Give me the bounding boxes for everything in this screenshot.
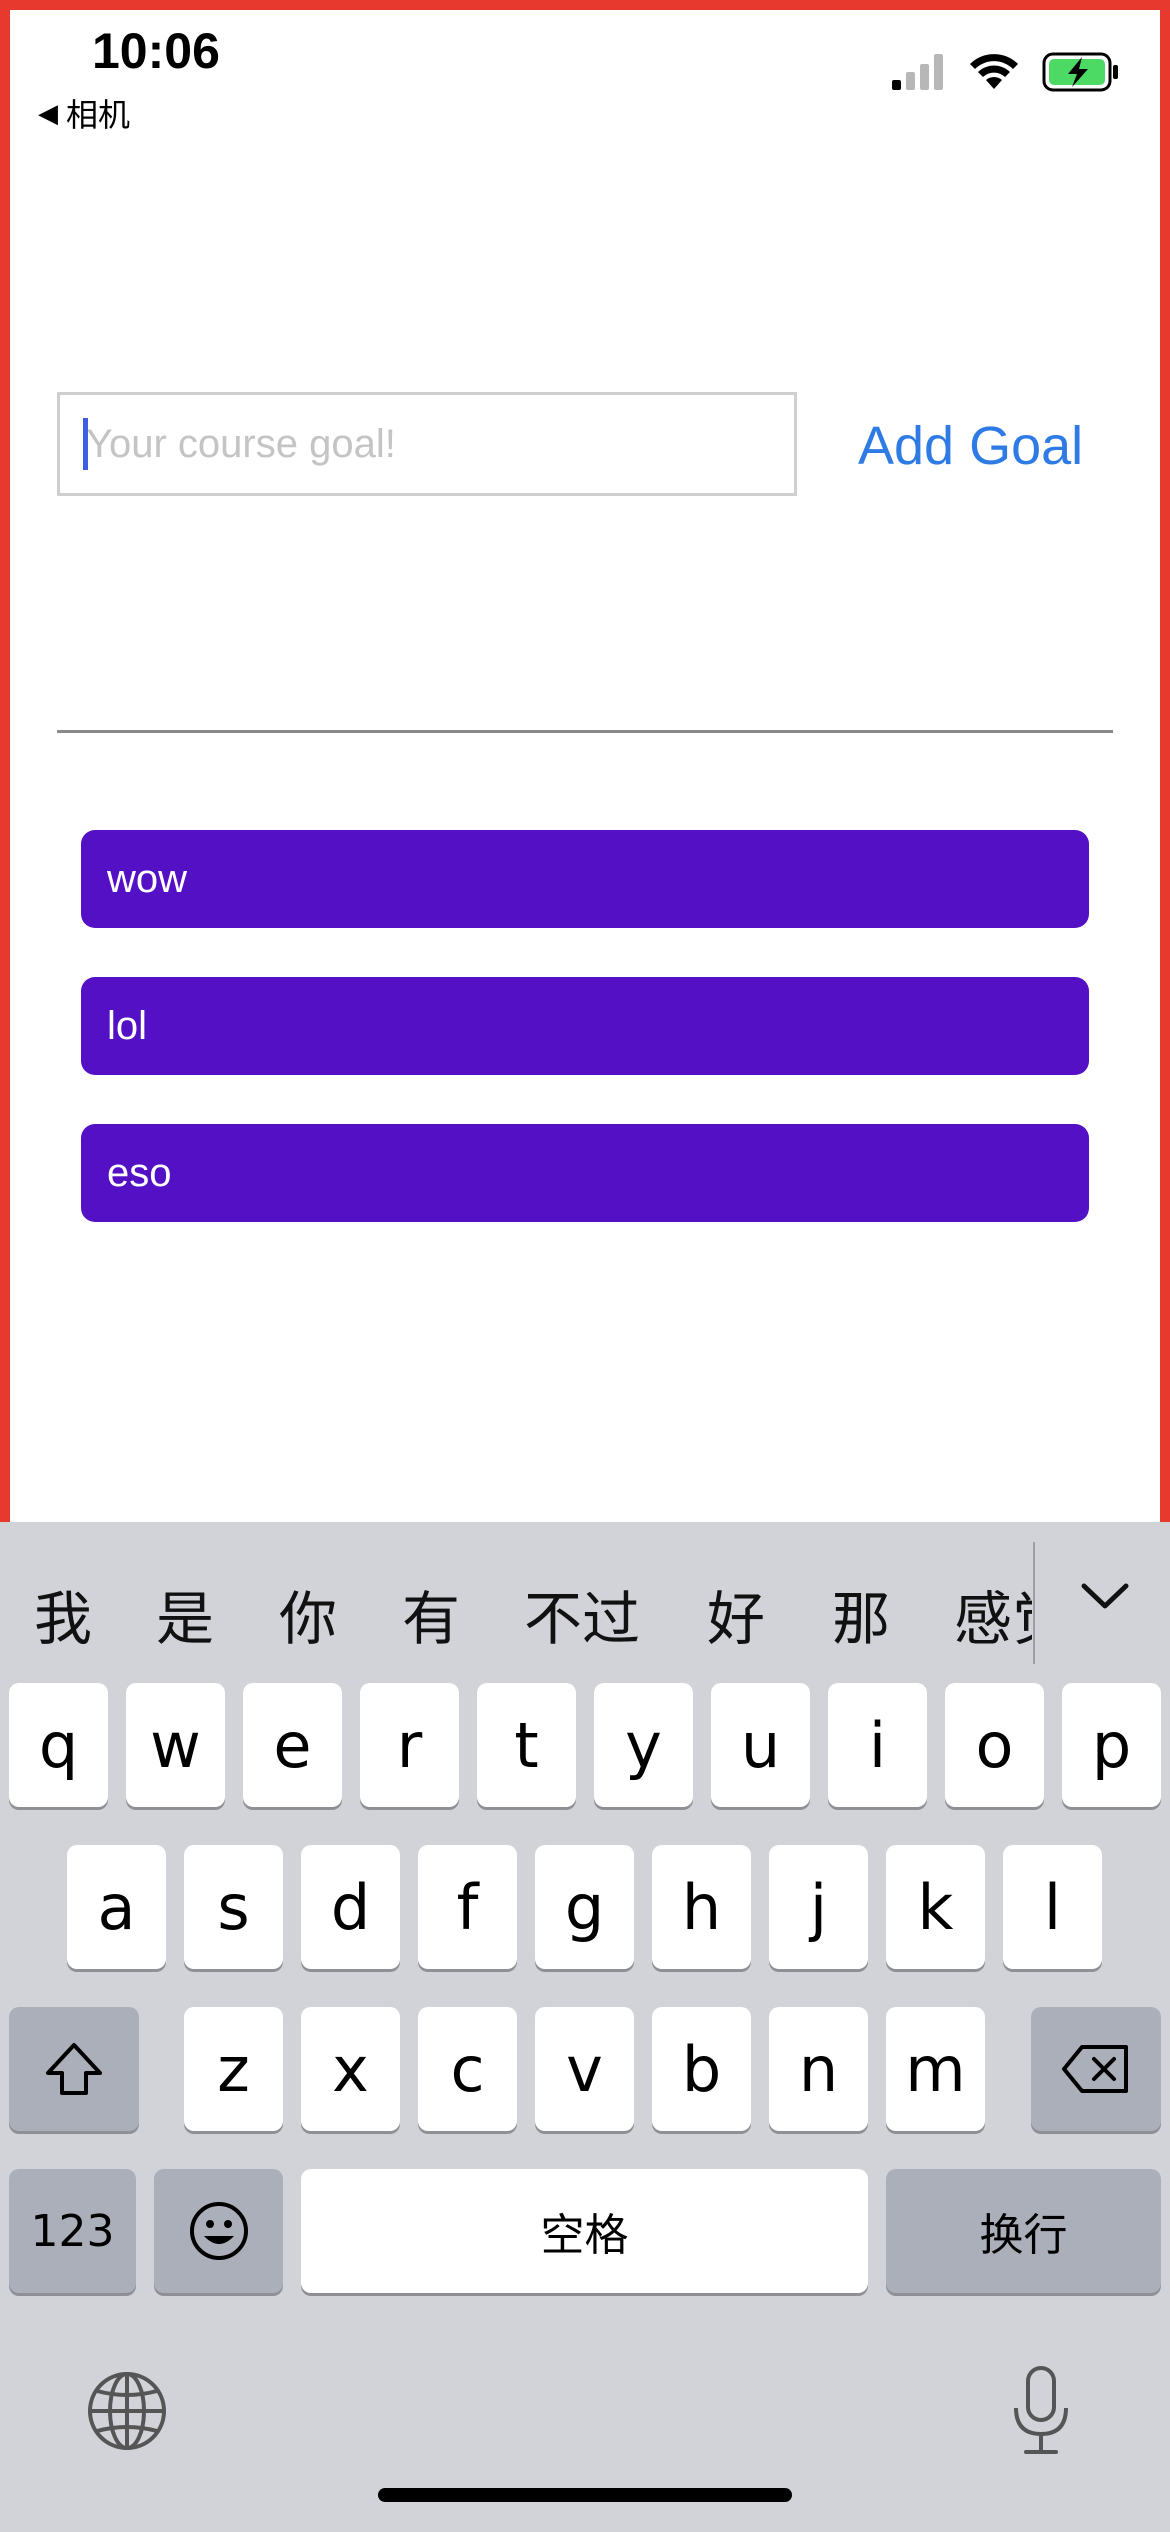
system-keyboard: 我 是 你 有 不过 好 那 感觉 q w e r t y u i o p a … <box>0 1522 1170 2532</box>
candidate-word[interactable]: 是 <box>156 1572 214 1656</box>
key-c[interactable]: c <box>418 2007 517 2131</box>
shift-key[interactable] <box>9 2007 139 2131</box>
app-screen: 10:06 ◀ 相机 Add Goal wow lol eso <box>0 0 1170 2532</box>
status-icons <box>892 52 1120 92</box>
key-x[interactable]: x <box>301 2007 400 2131</box>
course-goal-input[interactable] <box>57 392 797 496</box>
goal-item[interactable]: lol <box>81 977 1089 1075</box>
key-d[interactable]: d <box>301 1845 400 1969</box>
add-goal-button[interactable]: Add Goal <box>858 408 1083 484</box>
return-key[interactable]: 换行 <box>886 2169 1161 2293</box>
goal-item[interactable]: wow <box>81 830 1089 928</box>
key-y[interactable]: y <box>594 1683 693 1807</box>
candidate-bar: 我 是 你 有 不过 好 那 感觉 <box>0 1522 1170 1682</box>
key-p[interactable]: p <box>1062 1683 1161 1807</box>
candidate-word[interactable]: 不过 <box>524 1572 640 1656</box>
goal-list: wow lol eso <box>81 830 1089 1271</box>
back-to-app-link[interactable]: ◀ 相机 <box>38 90 130 136</box>
screen-border <box>0 0 1170 1522</box>
candidate-word[interactable]: 好 <box>707 1572 765 1656</box>
key-t[interactable]: t <box>477 1683 576 1807</box>
emoji-key[interactable] <box>154 2169 283 2293</box>
key-w[interactable]: w <box>126 1683 225 1807</box>
shift-icon <box>46 2043 102 2095</box>
key-o[interactable]: o <box>945 1683 1044 1807</box>
candidate-word[interactable]: 感觉 <box>954 1572 1032 1656</box>
text-cursor <box>83 418 88 470</box>
key-v[interactable]: v <box>535 2007 634 2131</box>
candidate-word[interactable]: 有 <box>402 1572 460 1656</box>
section-divider <box>57 730 1113 733</box>
key-z[interactable]: z <box>184 2007 283 2131</box>
key-q[interactable]: q <box>9 1683 108 1807</box>
key-e[interactable]: e <box>243 1683 342 1807</box>
status-time: 10:06 <box>92 23 220 79</box>
goal-item[interactable]: eso <box>81 1124 1089 1222</box>
key-k[interactable]: k <box>886 1845 985 1969</box>
microphone-icon[interactable] <box>1006 2364 1076 2458</box>
key-a[interactable]: a <box>67 1845 166 1969</box>
candidate-word[interactable]: 你 <box>279 1572 337 1656</box>
back-triangle-icon: ◀ <box>38 97 58 128</box>
key-s[interactable]: s <box>184 1845 283 1969</box>
back-app-label: 相机 <box>66 97 131 133</box>
globe-icon[interactable] <box>85 2369 169 2453</box>
wifi-icon <box>970 54 1018 89</box>
key-l[interactable]: l <box>1003 1845 1102 1969</box>
delete-icon <box>1062 2045 1128 2093</box>
signal-icon <box>892 54 943 90</box>
key-f[interactable]: f <box>418 1845 517 1969</box>
emoji-icon <box>189 2202 248 2260</box>
key-b[interactable]: b <box>652 2007 751 2131</box>
delete-key[interactable] <box>1031 2007 1161 2131</box>
battery-charging-icon <box>1042 52 1118 92</box>
key-g[interactable]: g <box>535 1845 634 1969</box>
key-n[interactable]: n <box>769 2007 868 2131</box>
key-u[interactable]: u <box>711 1683 810 1807</box>
home-indicator[interactable] <box>378 2488 792 2502</box>
key-m[interactable]: m <box>886 2007 985 2131</box>
candidate-separator <box>1033 1542 1035 1664</box>
chevron-down-icon[interactable] <box>1070 1562 1140 1632</box>
candidate-word[interactable]: 我 <box>34 1572 92 1656</box>
key-i[interactable]: i <box>828 1683 927 1807</box>
key-j[interactable]: j <box>769 1845 868 1969</box>
space-key[interactable]: 空格 <box>301 2169 868 2293</box>
numbers-key[interactable]: 123 <box>9 2169 136 2293</box>
candidate-word[interactable]: 那 <box>832 1572 890 1656</box>
key-r[interactable]: r <box>360 1683 459 1807</box>
key-h[interactable]: h <box>652 1845 751 1969</box>
